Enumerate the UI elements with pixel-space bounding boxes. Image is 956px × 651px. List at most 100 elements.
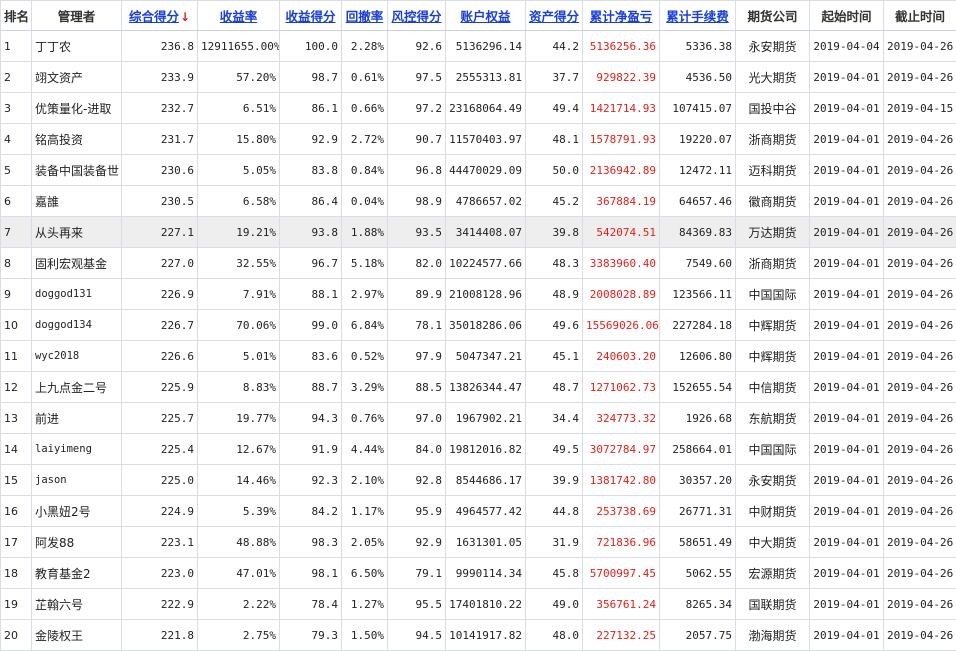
manager-link[interactable]: 丁丁农	[32, 31, 122, 62]
equity-cell: 10141917.82	[446, 620, 526, 651]
header-sort-equity[interactable]: 账户权益	[446, 1, 526, 31]
manager-link[interactable]: 装备中国装备世	[32, 155, 122, 186]
manager-link[interactable]: 芷翰六号	[32, 589, 122, 620]
manager-link[interactable]: doggod134	[32, 310, 122, 341]
manager-link[interactable]: wyc2018	[32, 341, 122, 372]
return-score-cell: 100.0	[280, 31, 342, 62]
header-rank: 排名	[1, 1, 32, 31]
rank-cell: 10	[1, 310, 32, 341]
end-date-cell: 2019-04-26	[884, 341, 956, 372]
rank-cell: 15	[1, 465, 32, 496]
return-score-cell: 94.3	[280, 403, 342, 434]
manager-link[interactable]: 固利宏观基金	[32, 248, 122, 279]
return-rate-cell: 47.01%	[198, 558, 280, 589]
return-rate-cell: 6.51%	[198, 93, 280, 124]
header-company: 期货公司	[736, 1, 810, 31]
drawdown-cell: 0.52%	[342, 341, 388, 372]
header-sort-risk-score[interactable]: 风控得分	[388, 1, 446, 31]
table-row[interactable]: 19芷翰六号222.92.22%78.41.27%95.517401810.22…	[1, 589, 956, 620]
manager-link[interactable]: 上九点金二号	[32, 372, 122, 403]
manager-link[interactable]: 小黑妞2号	[32, 496, 122, 527]
asset-score-cell: 48.0	[526, 620, 583, 651]
header-sort-fees[interactable]: 累计手续费	[660, 1, 736, 31]
manager-link[interactable]: 教育基金2	[32, 558, 122, 589]
start-date-cell: 2019-04-01	[810, 527, 884, 558]
return-rate-cell: 12911655.00%	[198, 31, 280, 62]
manager-link[interactable]: jason	[32, 465, 122, 496]
table-row[interactable]: 10doggod134226.770.06%99.06.84%78.135018…	[1, 310, 956, 341]
drawdown-cell: 2.28%	[342, 31, 388, 62]
header-sort-return-rate[interactable]: 收益率	[198, 1, 280, 31]
table-row[interactable]: 9doggod131226.97.91%88.12.97%89.92100812…	[1, 279, 956, 310]
composite-score-cell: 231.7	[122, 124, 198, 155]
return-score-cell: 92.9	[280, 124, 342, 155]
net-pnl-cell: 1421714.93	[583, 93, 660, 124]
asset-score-cell: 49.4	[526, 93, 583, 124]
risk-score-cell: 97.0	[388, 403, 446, 434]
table-row[interactable]: 14laiyimeng225.412.67%91.94.44%84.019812…	[1, 434, 956, 465]
drawdown-cell: 1.27%	[342, 589, 388, 620]
table-row[interactable]: 5装备中国装备世230.65.05%83.80.84%96.844470029.…	[1, 155, 956, 186]
return-score-cell: 98.7	[280, 62, 342, 93]
end-date-cell: 2019-04-26	[884, 558, 956, 589]
table-row[interactable]: 13前进225.719.77%94.30.76%97.01967902.2134…	[1, 403, 956, 434]
manager-link[interactable]: 嘉誰	[32, 186, 122, 217]
asset-score-cell: 44.2	[526, 31, 583, 62]
return-score-cell: 88.7	[280, 372, 342, 403]
return-score-cell: 79.3	[280, 620, 342, 651]
header-sort-asset-score[interactable]: 资产得分	[526, 1, 583, 31]
return-rate-cell: 57.20%	[198, 62, 280, 93]
fees-cell: 4536.50	[660, 62, 736, 93]
manager-link[interactable]: 阿发88	[32, 527, 122, 558]
equity-cell: 4786657.02	[446, 186, 526, 217]
table-row[interactable]: 16小黑妞2号224.95.39%84.21.17%95.94964577.42…	[1, 496, 956, 527]
header-sort-composite-score[interactable]: 综合得分↓	[122, 1, 198, 31]
manager-link[interactable]: laiyimeng	[32, 434, 122, 465]
table-row[interactable]: 18教育基金2223.047.01%98.16.50%79.19990114.3…	[1, 558, 956, 589]
manager-link[interactable]: 翊文资产	[32, 62, 122, 93]
manager-link[interactable]: 金陵权王	[32, 620, 122, 651]
table-row[interactable]: 11wyc2018226.65.01%83.60.52%97.95047347.…	[1, 341, 956, 372]
start-date-cell: 2019-04-01	[810, 496, 884, 527]
manager-link[interactable]: 优策量化-进取	[32, 93, 122, 124]
table-row[interactable]: 17阿发88223.148.88%98.32.05%92.91631301.05…	[1, 527, 956, 558]
header-composite-score-label[interactable]: 综合得分	[129, 9, 179, 24]
end-date-cell: 2019-04-26	[884, 124, 956, 155]
risk-score-cell: 82.0	[388, 248, 446, 279]
return-rate-cell: 5.01%	[198, 341, 280, 372]
fees-cell: 258664.01	[660, 434, 736, 465]
header-sort-net-pnl[interactable]: 累计净盈亏	[583, 1, 660, 31]
end-date-cell: 2019-04-15	[884, 93, 956, 124]
risk-score-cell: 78.1	[388, 310, 446, 341]
end-date-cell: 2019-04-26	[884, 372, 956, 403]
end-date-cell: 2019-04-26	[884, 589, 956, 620]
fees-cell: 2057.75	[660, 620, 736, 651]
table-row[interactable]: 15jason225.014.46%92.32.10%92.88544686.1…	[1, 465, 956, 496]
header-sort-return-score[interactable]: 收益得分	[280, 1, 342, 31]
table-row[interactable]: 20金陵权王221.82.75%79.31.50%94.510141917.82…	[1, 620, 956, 651]
company-cell: 中辉期货	[736, 341, 810, 372]
equity-cell: 23168064.49	[446, 93, 526, 124]
table-row[interactable]: 8固利宏观基金227.032.55%96.75.18%82.010224577.…	[1, 248, 956, 279]
rank-cell: 18	[1, 558, 32, 589]
fees-cell: 152655.54	[660, 372, 736, 403]
table-row[interactable]: 2翊文资产233.957.20%98.70.61%97.52555313.813…	[1, 62, 956, 93]
composite-score-cell: 224.9	[122, 496, 198, 527]
drawdown-cell: 0.61%	[342, 62, 388, 93]
return-score-cell: 84.2	[280, 496, 342, 527]
return-rate-cell: 19.21%	[198, 217, 280, 248]
manager-link[interactable]: doggod131	[32, 279, 122, 310]
table-row[interactable]: 7从头再来227.119.21%93.81.88%93.53414408.073…	[1, 217, 956, 248]
manager-link[interactable]: 从头再来	[32, 217, 122, 248]
manager-link[interactable]: 前进	[32, 403, 122, 434]
net-pnl-cell: 3072784.97	[583, 434, 660, 465]
table-row[interactable]: 4铭高投资231.715.80%92.92.72%90.711570403.97…	[1, 124, 956, 155]
header-sort-drawdown[interactable]: 回撤率	[342, 1, 388, 31]
table-row[interactable]: 3优策量化-进取232.76.51%86.10.66%97.223168064.…	[1, 93, 956, 124]
table-row[interactable]: 12上九点金二号225.98.83%88.73.29%88.513826344.…	[1, 372, 956, 403]
manager-link[interactable]: 铭高投资	[32, 124, 122, 155]
table-row[interactable]: 6嘉誰230.56.58%86.40.04%98.94786657.0245.2…	[1, 186, 956, 217]
sort-desc-icon[interactable]: ↓	[180, 10, 190, 24]
table-row[interactable]: 1丁丁农236.812911655.00%100.02.28%92.651362…	[1, 31, 956, 62]
asset-score-cell: 50.0	[526, 155, 583, 186]
